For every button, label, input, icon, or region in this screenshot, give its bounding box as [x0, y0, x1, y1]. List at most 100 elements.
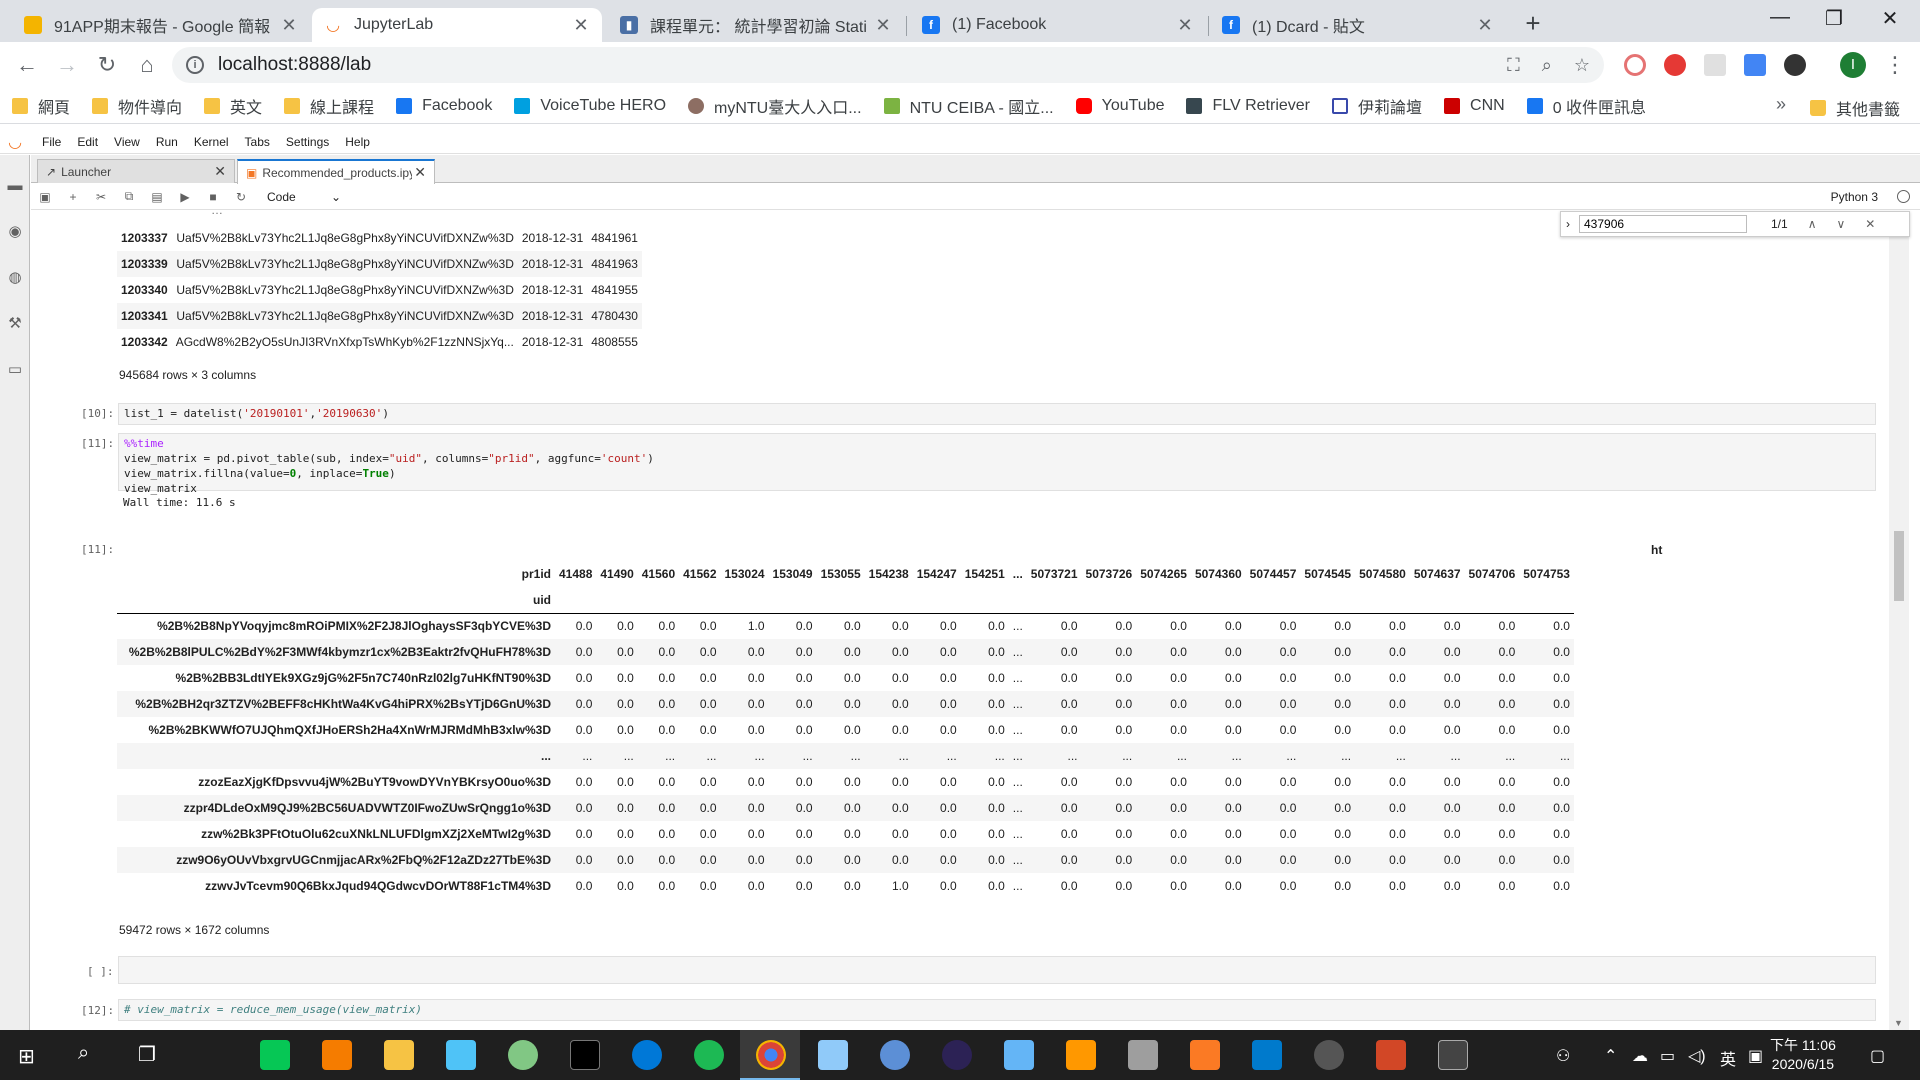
- close-icon[interactable]: ✕: [1176, 15, 1194, 36]
- find-previous-icon[interactable]: ∧: [1808, 217, 1817, 231]
- other-bookmarks-folder[interactable]: 其他書籤: [1810, 96, 1900, 120]
- browser-tab-course[interactable]: ▮ 課程單元： 統計學習初論 Statisti ✕: [608, 8, 904, 42]
- ime-icon[interactable]: ▣: [1748, 1046, 1763, 1066]
- running-icon[interactable]: ◉: [0, 217, 30, 247]
- windows-start-icon[interactable]: ⊞: [18, 1044, 35, 1069]
- r-app-icon[interactable]: [880, 1040, 910, 1070]
- bookmark-star-icon[interactable]: ☆: [1574, 55, 1590, 76]
- paint-app-icon[interactable]: [508, 1040, 538, 1070]
- media-player-icon[interactable]: [1438, 1040, 1468, 1070]
- app-icon[interactable]: [446, 1040, 476, 1070]
- settings-gear-icon[interactable]: [1314, 1040, 1344, 1070]
- input-language[interactable]: 英: [1720, 1046, 1736, 1070]
- kernel-name[interactable]: Python 3: [1831, 190, 1878, 204]
- virtualbox-icon[interactable]: [818, 1040, 848, 1070]
- code-cell-input[interactable]: list_1 = datelist('20190101','20190630'): [118, 403, 1876, 425]
- people-icon[interactable]: ⚇: [1556, 1046, 1570, 1066]
- onedrive-icon[interactable]: ☁: [1632, 1046, 1648, 1066]
- chrome-icon[interactable]: [756, 1040, 786, 1070]
- avatar[interactable]: I: [1840, 52, 1866, 78]
- pdf-app-icon[interactable]: [322, 1040, 352, 1070]
- bookmark-link[interactable]: 伊莉論壇: [1332, 94, 1422, 118]
- extension-icon[interactable]: [1704, 54, 1726, 76]
- info-icon[interactable]: i: [186, 56, 204, 74]
- bookmark-folder[interactable]: 網頁: [12, 94, 70, 118]
- task-view-icon[interactable]: ❐: [138, 1042, 156, 1067]
- palette-icon[interactable]: ◍: [0, 263, 30, 293]
- tab-launcher[interactable]: ↗ Launcher ✕: [37, 159, 235, 183]
- vscode-icon[interactable]: [1252, 1040, 1282, 1070]
- notebook-scrollbar[interactable]: ▲ ▼: [1889, 211, 1909, 1030]
- menu-tabs[interactable]: Tabs: [245, 135, 270, 149]
- menu-file[interactable]: File: [42, 135, 61, 149]
- close-icon[interactable]: ✕: [572, 15, 590, 36]
- tabs-icon[interactable]: ▭: [0, 355, 30, 385]
- extension-icon[interactable]: [1624, 54, 1646, 76]
- bookmark-link[interactable]: YouTube: [1075, 97, 1164, 115]
- terminal-icon[interactable]: [570, 1040, 600, 1070]
- reload-icon[interactable]: ↻: [92, 50, 122, 80]
- copy-icon[interactable]: ⧉: [115, 189, 143, 204]
- adblock-icon[interactable]: [1664, 54, 1686, 76]
- system-clock[interactable]: 下午 11:06 2020/6/15: [1770, 1036, 1836, 1074]
- browser-tab-slides[interactable]: 91APP期末報告 - Google 簡報 ✕: [12, 8, 310, 42]
- sublime-text-icon[interactable]: [1066, 1040, 1096, 1070]
- browser-tab-facebook[interactable]: f (1) Facebook ✕: [910, 8, 1206, 42]
- menu-help[interactable]: Help: [345, 135, 370, 149]
- browser-tab-dcard[interactable]: f (1) Dcard - 貼文 ✕: [1210, 8, 1506, 42]
- translate-icon[interactable]: ⛶: [1507, 55, 1520, 76]
- menu-dots-icon[interactable]: ⋮: [1880, 50, 1910, 80]
- zoom-icon[interactable]: ⌕: [1542, 55, 1552, 76]
- bookmark-link[interactable]: VoiceTube HERO: [514, 97, 666, 115]
- menu-settings[interactable]: Settings: [286, 135, 329, 149]
- volume-icon[interactable]: ◁): [1688, 1046, 1706, 1066]
- search-icon[interactable]: ⌕: [78, 1042, 89, 1065]
- close-icon[interactable]: ✕: [414, 164, 426, 181]
- tab-notebook[interactable]: ▣ Recommended_products.ipy ✕: [237, 159, 435, 184]
- line-app-icon[interactable]: [260, 1040, 290, 1070]
- home-icon[interactable]: ⌂: [132, 50, 162, 80]
- find-close-icon[interactable]: ✕: [1865, 217, 1875, 231]
- close-icon[interactable]: ✕: [280, 15, 298, 36]
- notification-icon[interactable]: ▢: [1870, 1046, 1885, 1066]
- maximize-button[interactable]: ❐: [1814, 6, 1854, 31]
- code-cell-input[interactable]: # view_matrix = reduce_mem_usage(view_ma…: [118, 999, 1876, 1021]
- close-icon[interactable]: ✕: [1476, 15, 1494, 36]
- extension-icon[interactable]: [1784, 54, 1806, 76]
- bookmark-link[interactable]: 0 收件匣訊息: [1526, 94, 1646, 118]
- close-icon[interactable]: ✕: [874, 15, 892, 36]
- minimize-button[interactable]: —: [1760, 6, 1800, 29]
- scrollbar-thumb[interactable]: [1894, 531, 1904, 601]
- menu-view[interactable]: View: [114, 135, 140, 149]
- chevron-up-icon[interactable]: ⌃: [1604, 1046, 1617, 1066]
- new-tab-button[interactable]: +: [1518, 8, 1548, 39]
- code-cell-input[interactable]: [118, 956, 1876, 984]
- cut-icon[interactable]: ✂: [87, 190, 115, 204]
- menu-edit[interactable]: Edit: [77, 135, 98, 149]
- stop-icon[interactable]: ■: [199, 190, 227, 204]
- bookmark-link[interactable]: NTU CEIBA - 國立...: [883, 94, 1054, 118]
- chevron-right-icon[interactable]: ›: [1566, 217, 1570, 231]
- restart-icon[interactable]: ↻: [227, 190, 255, 204]
- save-icon[interactable]: ▣: [31, 190, 59, 204]
- powerpoint-icon[interactable]: [1376, 1040, 1406, 1070]
- network-icon[interactable]: ▭: [1660, 1046, 1675, 1066]
- back-arrow-icon[interactable]: ←: [12, 50, 42, 80]
- window-close-button[interactable]: ✕: [1870, 6, 1910, 31]
- code-cell-input[interactable]: %%time view_matrix = pd.pivot_table(sub,…: [118, 433, 1876, 495]
- bookmarks-overflow-button[interactable]: »: [1776, 94, 1786, 115]
- xampp-icon[interactable]: [1190, 1040, 1220, 1070]
- google-translate-icon[interactable]: [1744, 54, 1766, 76]
- find-next-icon[interactable]: ∨: [1836, 217, 1845, 231]
- spotify-icon[interactable]: [694, 1040, 724, 1070]
- menu-run[interactable]: Run: [156, 135, 178, 149]
- bookmark-link[interactable]: myNTU臺大人入口...: [688, 94, 862, 118]
- find-input[interactable]: [1579, 215, 1747, 233]
- edge-browser-icon[interactable]: [632, 1040, 662, 1070]
- bookmark-folder[interactable]: 線上課程: [284, 94, 374, 118]
- paste-icon[interactable]: ▤: [143, 190, 171, 204]
- bookmark-link[interactable]: CNN: [1444, 97, 1505, 115]
- add-cell-icon[interactable]: +: [59, 190, 87, 204]
- file-explorer-icon[interactable]: [384, 1040, 414, 1070]
- bookmark-folder[interactable]: 英文: [204, 94, 262, 118]
